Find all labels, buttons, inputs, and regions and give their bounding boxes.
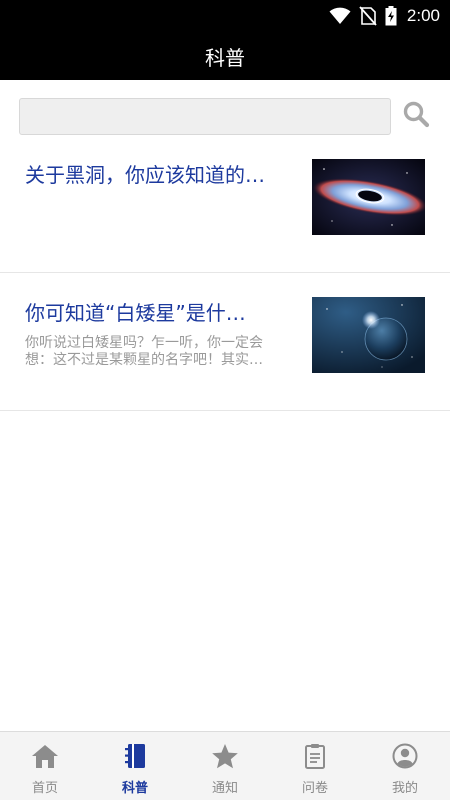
home-icon — [31, 742, 59, 770]
search-row — [0, 80, 450, 152]
bottom-tab-bar: 首页 科普 通知 问卷 我的 — [0, 731, 450, 800]
page-title: 科普 — [205, 45, 245, 70]
clipboard-icon — [301, 742, 329, 770]
article-summary: 你听说过白矮星吗？乍一听，你一定会想：这不过是某颗星的名字吧！其实… — [25, 335, 263, 368]
tab-notice[interactable]: 通知 — [180, 732, 270, 800]
no-sim-icon — [359, 6, 377, 26]
tab-label: 我的 — [391, 781, 418, 796]
star-icon — [211, 742, 239, 770]
tab-label: 问卷 — [301, 781, 328, 796]
status-time: 2:00 — [406, 6, 440, 25]
status-bar: 2:00 — [0, 0, 450, 32]
article-title: 你可知道“白矮星”是什… — [25, 301, 246, 325]
list-item[interactable]: 关于黑洞，你应该知道的… — [0, 152, 450, 273]
tab-survey[interactable]: 问卷 — [270, 732, 360, 800]
tab-science[interactable]: 科普 — [90, 732, 180, 800]
tab-label: 科普 — [121, 781, 148, 796]
search-button[interactable] — [400, 100, 432, 132]
search-icon — [402, 100, 430, 132]
tab-home[interactable]: 首页 — [0, 732, 90, 800]
app-header: 科普 — [0, 32, 450, 80]
battery-charging-icon — [385, 6, 397, 26]
article-list: 关于黑洞，你应该知道的… 你可知道“白矮星”是什… 你听说过白矮星吗？乍一听，你… — [0, 152, 450, 411]
notebook-icon — [121, 742, 149, 770]
wifi-icon — [329, 7, 351, 25]
list-item[interactable]: 你可知道“白矮星”是什… 你听说过白矮星吗？乍一听，你一定会想：这不过是某颗星的… — [0, 273, 450, 411]
white-dwarf-thumbnail — [312, 297, 425, 373]
user-icon — [391, 742, 419, 770]
tab-label: 首页 — [31, 781, 58, 796]
tab-mine[interactable]: 我的 — [360, 732, 450, 800]
tab-label: 通知 — [211, 781, 238, 796]
search-input[interactable] — [19, 98, 391, 135]
article-title: 关于黑洞，你应该知道的… — [25, 163, 265, 187]
black-hole-thumbnail — [312, 159, 425, 235]
